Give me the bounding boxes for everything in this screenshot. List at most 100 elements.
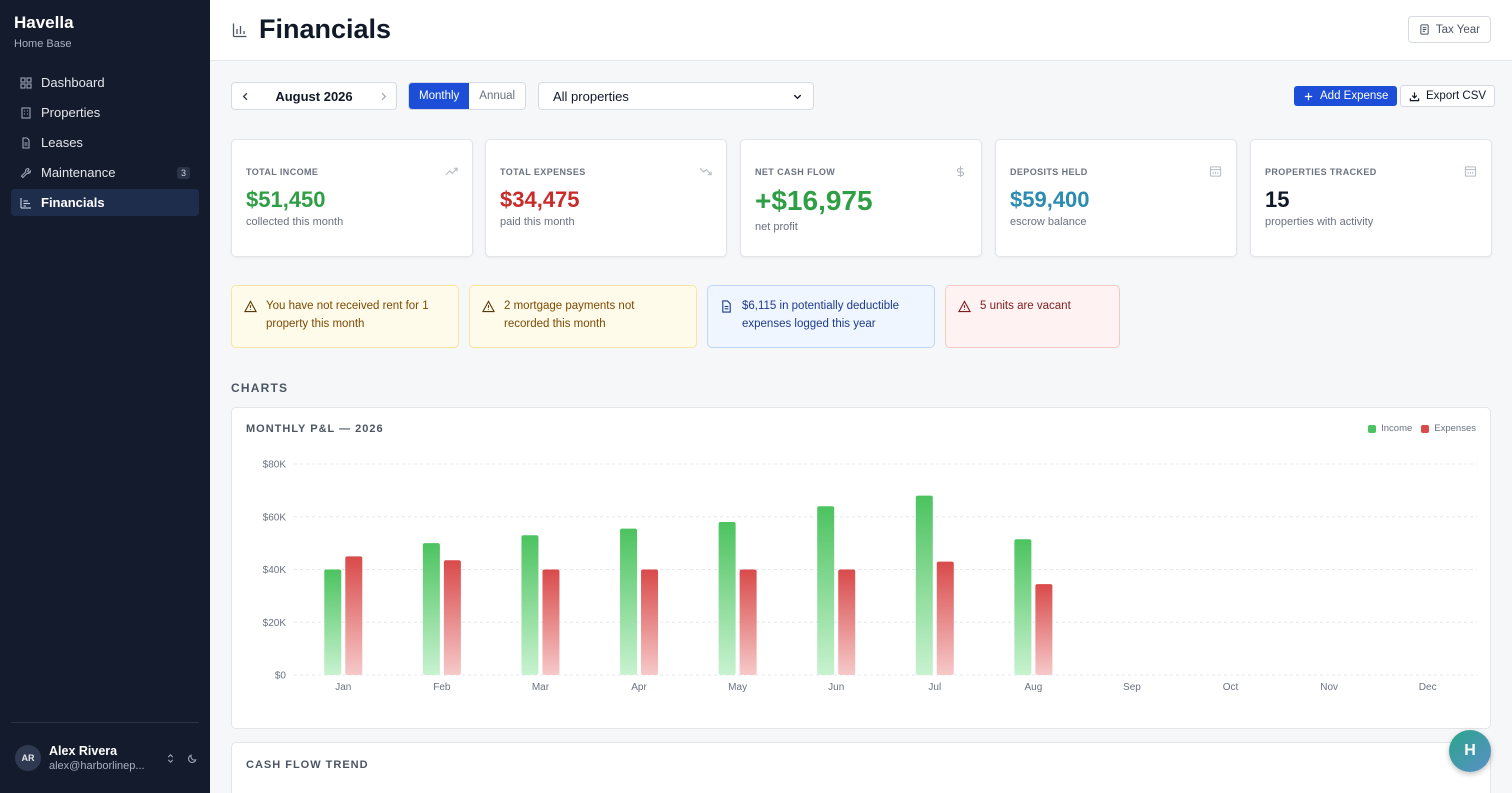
bar-expenses-mar[interactable]: [542, 569, 560, 676]
stat-value: +$16,975: [755, 185, 873, 216]
y-tick-label: $0: [275, 671, 287, 682]
sidebar-item-label: Financials: [41, 195, 105, 210]
stat-subtitle: escrow balance: [1010, 216, 1087, 228]
trend-up-icon: [445, 165, 458, 178]
stat-card-deposits-held: DEPOSITS HELD $59,400 escrow balance: [995, 139, 1237, 257]
page-header: Financials Tax Year: [210, 0, 1512, 61]
monthly-pl-chart: $0 $20K $40K $60K $80K Jan Feb Mar Apr May Jun Jul A…: [263, 460, 1477, 693]
period-toggle: Monthly Annual: [408, 82, 527, 110]
chevron-right-icon[interactable]: [370, 83, 396, 109]
user-email: alex@harborlinep...: [49, 760, 145, 772]
sidebar-item-financials[interactable]: Financials: [11, 189, 199, 216]
x-tick-label: Aug: [1024, 682, 1042, 693]
sidebar-item-label: Leases: [41, 135, 83, 150]
x-tick-label: Jun: [828, 682, 844, 693]
brand: Havella Home Base: [14, 13, 74, 50]
user-name: Alex Rivera: [49, 744, 118, 758]
export-csv-button[interactable]: Export CSV: [1400, 85, 1496, 107]
bar-income-jun[interactable]: [817, 506, 835, 675]
stat-subtitle: net profit: [755, 221, 798, 233]
x-tick-label: May: [728, 682, 747, 693]
bar-expenses-aug[interactable]: [1035, 584, 1053, 675]
x-tick-label: Nov: [1320, 682, 1338, 693]
user-profile[interactable]: AR Alex Rivera alex@harborlinep...: [15, 742, 200, 774]
bar-expenses-jul[interactable]: [936, 561, 954, 675]
bar-expenses-jan[interactable]: [345, 556, 363, 675]
alert-rent-missing[interactable]: You have not received rent for 1 propert…: [231, 285, 459, 348]
alert-mortgage-missing[interactable]: 2 mortgage payments not recorded this mo…: [469, 285, 697, 348]
brand-name: Havella: [14, 13, 74, 32]
bar-income-mar[interactable]: [521, 535, 539, 675]
warning-icon: [243, 300, 258, 313]
bar-expenses-jun[interactable]: [838, 569, 856, 676]
bar-income-jan[interactable]: [324, 569, 342, 676]
alert-deductible-expenses[interactable]: $6,115 in potentially deductible expense…: [707, 285, 935, 348]
bar-expenses-may[interactable]: [739, 569, 757, 676]
cash-flow-trend-title: CASH FLOW TREND: [246, 759, 369, 771]
stat-value: $34,475: [500, 187, 580, 212]
sidebar-item-label: Maintenance: [41, 165, 116, 180]
sidebar-nav: Dashboard Properties Leases Maintenance …: [11, 69, 199, 219]
sidebar-item-label: Properties: [41, 105, 101, 120]
stat-value: 15: [1265, 187, 1290, 212]
alert-text: You have not received rent for 1 propert…: [266, 300, 429, 330]
stat-card-net-cash-flow: NET CASH FLOW +$16,975 net profit: [740, 139, 982, 257]
y-tick-label: $80K: [263, 460, 287, 471]
alert-text: 5 units are vacant: [980, 300, 1071, 312]
user-info: Alex Rivera alex@harborlinep...: [49, 744, 156, 772]
document-icon: [20, 136, 32, 149]
sidebar-item-maintenance[interactable]: Maintenance 3: [11, 159, 199, 186]
chart-icon: [20, 197, 32, 209]
y-tick-label: $20K: [263, 618, 287, 629]
stat-label: TOTAL INCOME: [246, 167, 319, 177]
stat-subtitle: paid this month: [500, 216, 575, 228]
maintenance-count-badge: 3: [176, 166, 190, 179]
building-icon: [1209, 165, 1222, 178]
tax-year-button[interactable]: Tax Year: [1407, 16, 1491, 43]
bar-income-may[interactable]: [718, 522, 736, 675]
x-tick-label: Sep: [1123, 682, 1141, 693]
stat-label: TOTAL EXPENSES: [500, 167, 586, 177]
property-filter-select[interactable]: All properties: [538, 82, 814, 110]
grid-icon: [20, 76, 32, 89]
sidebar-item-leases[interactable]: Leases: [11, 129, 199, 156]
month-navigator: August 2026: [231, 82, 397, 110]
alert-vacant-units[interactable]: 5 units are vacant: [945, 285, 1120, 348]
x-tick-label: Feb: [433, 682, 451, 693]
document-icon: [720, 300, 733, 313]
sidebar-item-properties[interactable]: Properties: [11, 99, 199, 126]
bar-expenses-apr[interactable]: [641, 569, 659, 676]
stat-value: $51,450: [246, 187, 326, 212]
alert-text: $6,115 in potentially deductible expense…: [742, 300, 900, 330]
period-monthly-button[interactable]: Monthly: [409, 83, 470, 109]
bar-income-aug[interactable]: [1014, 539, 1032, 675]
bar-income-apr[interactable]: [620, 528, 638, 675]
export-csv-label: Export CSV: [1426, 90, 1487, 102]
chevron-left-icon[interactable]: [232, 83, 258, 109]
bar-expenses-feb[interactable]: [443, 560, 461, 675]
bar-income-feb[interactable]: [422, 543, 440, 675]
monthly-pl-chart-panel: MONTHLY P&L — 2026 Income Expenses $0 $20…: [231, 407, 1491, 729]
x-tick-label: Jul: [928, 682, 941, 693]
avatar: AR: [15, 745, 41, 771]
stat-subtitle: collected this month: [246, 216, 344, 228]
y-tick-label: $40K: [263, 565, 287, 576]
stat-card-total-expenses: TOTAL EXPENSES $34,475 paid this month: [485, 139, 727, 257]
period-annual-button[interactable]: Annual: [469, 83, 525, 109]
receipt-icon: [1419, 24, 1430, 35]
plus-icon: [1303, 91, 1314, 102]
wrench-icon: [20, 167, 32, 179]
charts-section-title: CHARTS: [231, 381, 289, 395]
stat-card-properties-tracked: PROPERTIES TRACKED 15 properties with ac…: [1250, 139, 1492, 257]
bar-income-jul[interactable]: [915, 495, 933, 675]
x-tick-label: Mar: [532, 682, 550, 693]
current-month: August 2026: [275, 88, 353, 104]
stat-label: DEPOSITS HELD: [1010, 167, 1088, 177]
assistant-fab-button[interactable]: H: [1449, 730, 1491, 772]
sidebar-item-dashboard[interactable]: Dashboard: [11, 69, 199, 96]
add-expense-button[interactable]: Add Expense: [1294, 86, 1398, 106]
tax-year-label: Tax Year: [1435, 23, 1480, 36]
moon-icon[interactable]: [184, 750, 200, 766]
chevron-up-down-icon[interactable]: [162, 750, 178, 766]
bar-chart-icon: [232, 22, 248, 38]
